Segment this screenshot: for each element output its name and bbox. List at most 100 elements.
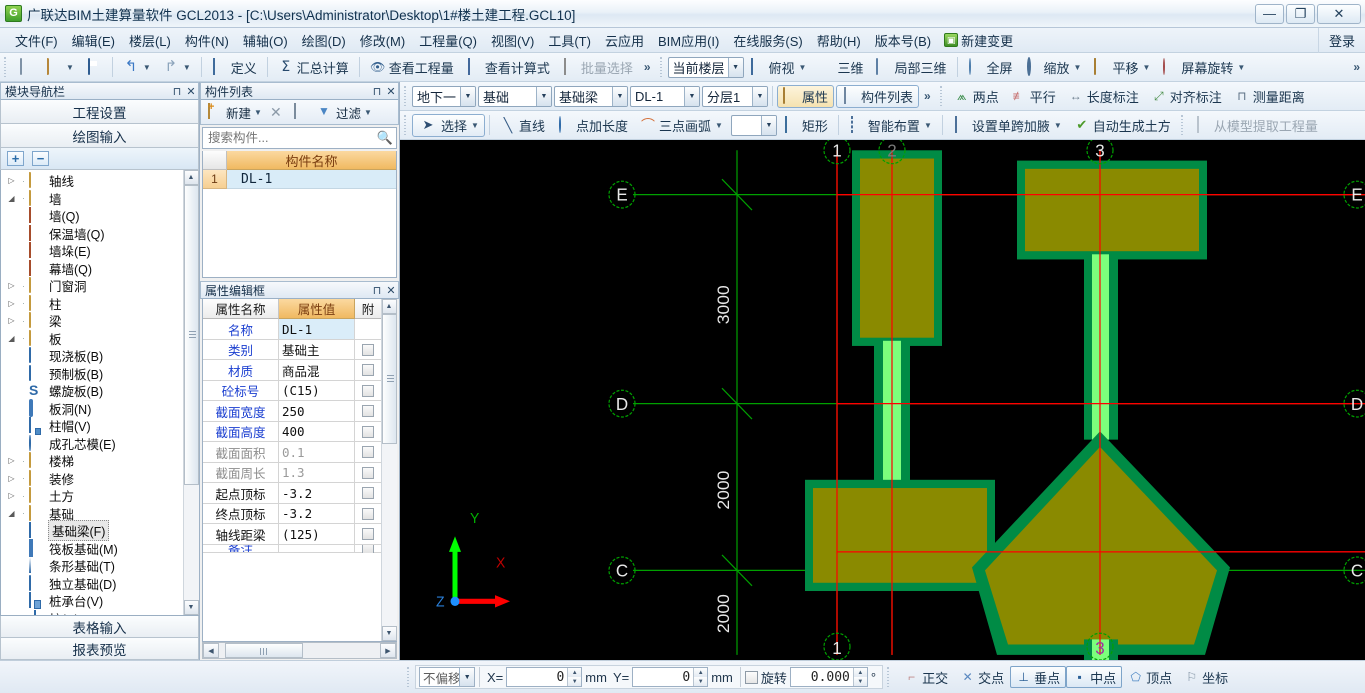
- foundation-member-lower-left[interactable]: [805, 479, 995, 592]
- spin-up-icon[interactable]: ▲: [568, 668, 582, 677]
- property-row[interactable]: 截面面积 0.1: [203, 442, 381, 463]
- menu-help[interactable]: 帮助(H): [810, 28, 868, 53]
- screen-rotate-button[interactable]: 屏幕旋转 ▼: [1156, 56, 1251, 79]
- property-value[interactable]: 400: [279, 421, 355, 443]
- snap-midpoint-button[interactable]: ▪ 中点: [1066, 666, 1123, 688]
- chevron-right-icon[interactable]: ▷: [5, 316, 18, 325]
- pan-button[interactable]: 平移 ▼: [1087, 56, 1156, 79]
- property-attach-cell[interactable]: [355, 381, 381, 402]
- batch-select-button[interactable]: 批量选择: [556, 56, 639, 79]
- local-3d-button[interactable]: 局部三维: [869, 56, 952, 79]
- tree-item-precast-slab[interactable]: 预制板(B): [3, 364, 183, 383]
- property-attach-cell[interactable]: [355, 422, 381, 443]
- scroll-thumb[interactable]: [381, 314, 397, 445]
- member-list-toggle-button[interactable]: 构件列表: [836, 84, 920, 108]
- property-attach-cell[interactable]: [355, 504, 381, 525]
- tree-item-raft-foundation[interactable]: 筏板基础(M): [3, 538, 183, 558]
- scroll-up-icon[interactable]: ▲: [183, 170, 199, 185]
- menu-aux-axis[interactable]: 辅轴(O): [236, 28, 295, 53]
- property-row[interactable]: 起点顶标 -3.2: [203, 483, 381, 504]
- delete-component-button[interactable]: ✕: [267, 103, 289, 121]
- y-spinner[interactable]: ▲ ▼: [693, 668, 708, 686]
- y-value[interactable]: 0: [633, 670, 693, 685]
- maximize-button[interactable]: ❐: [1286, 3, 1315, 24]
- length-dim-button[interactable]: ↔ 长度标注: [1062, 85, 1145, 108]
- floor-selector-combo[interactable]: 地下一 ▼: [412, 85, 476, 107]
- toolbar-grip[interactable]: [1179, 114, 1186, 136]
- minimize-button[interactable]: —: [1255, 3, 1284, 24]
- tree-item-pile[interactable]: 桩(U): [3, 609, 183, 615]
- rotate-input[interactable]: 0.000 ▲ ▼: [789, 667, 868, 687]
- x-coordinate-input[interactable]: 0 ▲ ▼: [506, 667, 583, 687]
- member-name-combo[interactable]: DL-1 ▼: [630, 85, 700, 107]
- summary-calc-button[interactable]: Σ 汇总计算: [272, 56, 355, 79]
- three-d-button[interactable]: 三维: [812, 56, 869, 79]
- view-formula-button[interactable]: 查看计算式: [460, 56, 556, 79]
- cad-drawing[interactable]: E D C E D C 1 2 3 1 3 3000 2000 2000 Y X…: [400, 140, 1365, 660]
- row-component-name[interactable]: DL-1: [227, 170, 396, 189]
- extract-from-model-button[interactable]: 从模型提取工程量: [1189, 114, 1324, 137]
- component-search-box[interactable]: 🔍: [202, 127, 397, 149]
- property-row[interactable]: 截面宽度 250: [203, 401, 381, 422]
- save-file-button[interactable]: [80, 56, 108, 79]
- chevron-down-icon[interactable]: ◢: [5, 194, 18, 203]
- tree-item-earthwork[interactable]: ▷ · 土方: [3, 487, 183, 505]
- property-attach-cell[interactable]: [355, 483, 381, 504]
- chevron-right-icon[interactable]: ▷: [5, 491, 18, 500]
- snap-ortho-button[interactable]: ⌐ 正交: [898, 666, 954, 688]
- module-tree-scrollbar[interactable]: ▲ ▼: [183, 170, 199, 615]
- offset-mode-combo[interactable]: 不偏移 ▼: [419, 667, 475, 687]
- property-value[interactable]: DL-1: [279, 319, 355, 340]
- property-value[interactable]: -3.2: [279, 483, 355, 504]
- menu-view[interactable]: 视图(V): [484, 28, 541, 53]
- foundation-member-upper-left[interactable]: [852, 150, 942, 346]
- toolbar-grip[interactable]: [403, 85, 409, 107]
- property-row[interactable]: 材质 商品混: [203, 360, 381, 381]
- tree-item-axis[interactable]: ▷ · 轴线: [3, 172, 183, 190]
- line-tool-button[interactable]: ╲ 直线: [494, 114, 551, 137]
- spin-up-icon[interactable]: ▲: [853, 668, 867, 677]
- chevron-right-icon[interactable]: ▷: [5, 474, 18, 483]
- tree-item-slab-hole[interactable]: 板洞(N): [3, 398, 183, 418]
- scroll-track[interactable]: [381, 314, 397, 626]
- pin-icon[interactable]: ⊓: [170, 85, 184, 98]
- property-attach-cell[interactable]: [355, 463, 381, 484]
- redo-button[interactable]: ↱ ▼: [157, 56, 197, 79]
- menu-bim[interactable]: BIM应用(I): [651, 28, 726, 53]
- table-input-button[interactable]: 表格输入: [0, 616, 199, 638]
- checkbox-icon[interactable]: [362, 425, 374, 438]
- spin-up-icon[interactable]: ▲: [694, 668, 708, 677]
- tree-item-pile-cap[interactable]: 桩承台(V): [3, 592, 183, 610]
- menu-online-service[interactable]: 在线服务(S): [726, 28, 809, 53]
- tree-item-decoration[interactable]: ▷ · 装修: [3, 469, 183, 488]
- smart-layout-button[interactable]: 智能布置 ▼: [843, 114, 938, 137]
- parallel-button[interactable]: ≢ 平行: [1005, 85, 1062, 108]
- chevron-right-icon[interactable]: ▷: [5, 176, 18, 185]
- menu-component[interactable]: 构件(N): [178, 28, 236, 53]
- snap-vertex-button[interactable]: ⬠ 顶点: [1122, 666, 1178, 688]
- pin-icon[interactable]: ⊓: [370, 85, 384, 98]
- scroll-right-icon[interactable]: ▶: [380, 643, 396, 658]
- property-attach-cell[interactable]: [355, 442, 381, 463]
- property-row[interactable]: 截面周长 1.3: [203, 462, 381, 484]
- drawing-input-button[interactable]: 绘图输入: [0, 124, 199, 148]
- expand-all-button[interactable]: +: [7, 151, 24, 166]
- checkbox-icon[interactable]: [362, 405, 374, 417]
- checkbox-icon[interactable]: [362, 384, 374, 397]
- snap-perpendicular-button[interactable]: ⊥ 垂点: [1010, 666, 1067, 688]
- checkbox-icon[interactable]: [362, 343, 374, 356]
- select-tool-button[interactable]: ➤ 选择 ▼: [412, 113, 485, 137]
- tree-item-cast-slab[interactable]: 现浇板(B): [3, 347, 183, 365]
- tree-item-stair[interactable]: ▷ · 楼梯: [3, 452, 183, 470]
- close-icon[interactable]: ✕: [184, 85, 198, 98]
- property-value[interactable]: [279, 544, 355, 553]
- property-row[interactable]: 名称 DL-1: [203, 319, 381, 340]
- property-value[interactable]: 基础主: [279, 339, 355, 361]
- auto-gen-earthwork-button[interactable]: ✔ 自动生成土方: [1068, 114, 1177, 137]
- snap-intersection-button[interactable]: ✕ 交点: [954, 666, 1010, 688]
- y-coordinate-input[interactable]: 0 ▲ ▼: [632, 667, 709, 687]
- new-component-button[interactable]: 新建▼: [205, 102, 265, 123]
- menu-modify[interactable]: 修改(M): [353, 28, 413, 53]
- x-value[interactable]: 0: [507, 670, 567, 685]
- three-point-arc-button[interactable]: ⌒ 三点画弧 ▼: [634, 114, 729, 137]
